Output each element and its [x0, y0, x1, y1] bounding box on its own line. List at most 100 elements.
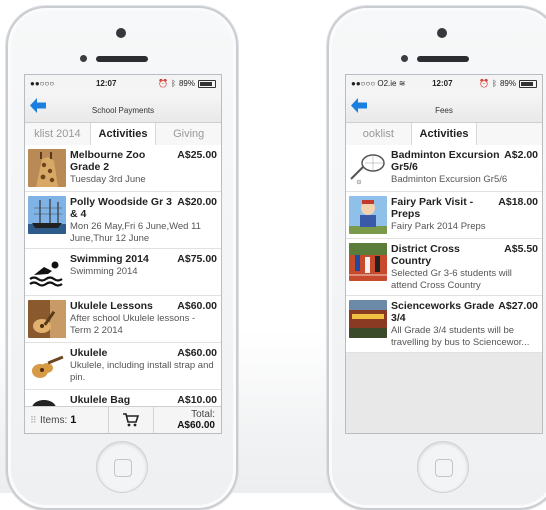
ukulele-thumb — [28, 347, 66, 385]
carrier-signal: ●●○○○ — [30, 79, 55, 88]
wifi-icon: ≋ — [398, 79, 406, 88]
tab-booklist[interactable]: ooklist — [346, 123, 411, 145]
earpiece-speaker — [96, 56, 148, 62]
right-phone: ●●○○○ O2.ie ≋ 12:07 ⏰ ᛒ 89% Fees ooklist… — [327, 6, 546, 510]
items-count: 1 — [70, 414, 77, 426]
page-title: School Payments — [91, 106, 155, 115]
proximity-sensor — [401, 55, 408, 62]
home-button[interactable] — [96, 441, 148, 493]
total-value: A$60.00 — [177, 420, 215, 431]
items-summary: Items: 1 — [40, 414, 108, 426]
item-price: A$10.00 — [177, 394, 217, 406]
tab-activities[interactable]: Activities — [89, 123, 157, 145]
scienceworks-thumb — [349, 300, 387, 338]
total-summary: Total: A$60.00 — [154, 409, 221, 431]
item-description: Swimming 2014 — [70, 266, 138, 277]
carrier-signal: ●●○○○ O2.ie ≋ — [351, 79, 406, 88]
tab-giving[interactable]: Giving — [156, 123, 221, 145]
item-price: A$27.00 — [498, 300, 538, 312]
battery-icon — [198, 79, 216, 88]
items-label: Items: — [40, 415, 68, 426]
item-name: Ukulele Lessons — [70, 300, 153, 312]
item-description: Fairy Park 2014 Preps — [391, 221, 486, 232]
status-right: ⏰ ᛒ 89% — [158, 79, 216, 88]
cart-footer: ⠿ Items: 1 Total: A$60.00 — [25, 406, 221, 433]
front-camera — [116, 28, 126, 38]
cart-button[interactable] — [108, 407, 154, 433]
list-item[interactable]: Ukulele A$60.00 Ukulele, including instal… — [25, 343, 221, 390]
nav-bar: Fees — [346, 92, 542, 123]
list-item[interactable]: Scienceworks Grade 3/4 A$27.00 All Grade … — [346, 296, 542, 353]
status-time: 12:07 — [95, 79, 117, 88]
status-bar: ●●○○○ O2.ie ≋ 12:07 ⏰ ᛒ 89% — [346, 75, 542, 92]
item-price: A$75.00 — [177, 253, 217, 265]
item-name: Melbourne Zoo Grade 2 — [70, 149, 146, 173]
item-description: Ukulele, including install strap and pin… — [70, 360, 214, 383]
activities-list: Melbourne Zoo Grade 2 A$25.00 Tuesday 3rd… — [25, 145, 221, 433]
ship-thumb — [28, 196, 66, 234]
item-description: Badminton Excursion Gr5/6 — [391, 174, 508, 185]
item-description: After school Ukulele lessons - Term 2 20… — [70, 313, 196, 336]
item-name: Ukulele — [70, 347, 108, 359]
list-item[interactable]: Fairy Park Visit - Preps A$18.00 Fairy Pa… — [346, 192, 542, 239]
alarm-icon: ⏰ — [479, 79, 490, 88]
list-item[interactable]: Melbourne Zoo Grade 2 A$25.00 Tuesday 3rd… — [25, 145, 221, 192]
proximity-sensor — [80, 55, 87, 62]
list-item[interactable]: Badminton Excursion Gr5/6 A$2.00 Badminto… — [346, 145, 542, 192]
item-name: Badminton Excursion Gr5/6 — [391, 149, 500, 173]
item-price: A$25.00 — [177, 149, 217, 161]
cart-icon — [123, 413, 139, 427]
front-camera — [437, 28, 447, 38]
item-description: Mon 26 May,Fri 6 June,Wed 11 June,Thur 1… — [70, 221, 201, 244]
item-name: Polly Woodside Gr 3 & 4 — [70, 196, 172, 220]
bluetooth-icon: ᛒ — [171, 79, 176, 88]
bluetooth-icon: ᛒ — [492, 79, 497, 88]
alarm-icon: ⏰ — [158, 79, 169, 88]
list-item[interactable]: Swimming 2014 A$75.00 Swimming 2014 — [25, 249, 221, 296]
left-screen: ●●○○○ 12:07 ⏰ ᛒ 89% School Payments klis… — [24, 74, 222, 434]
list-item[interactable]: District Cross Country A$5.50 Selected Gr… — [346, 239, 542, 296]
item-name: Fairy Park Visit - Preps — [391, 196, 474, 220]
tab-booklist[interactable]: klist 2014 — [25, 123, 90, 145]
tab-bar: klist 2014 Activities Giving — [25, 123, 221, 146]
item-name: District Cross Country — [391, 243, 460, 267]
swimmer-thumb — [28, 253, 66, 291]
item-name: Scienceworks Grade 3/4 — [391, 300, 495, 324]
giraffe-thumb — [28, 149, 66, 187]
activities-list: Badminton Excursion Gr5/6 A$2.00 Badminto… — [346, 145, 542, 433]
item-price: A$18.00 — [498, 196, 538, 208]
tab-bar: ooklist Activities — [346, 123, 542, 146]
item-price: A$60.00 — [177, 347, 217, 359]
runners-thumb — [349, 243, 387, 281]
grip-icon[interactable]: ⠿ — [30, 415, 40, 426]
tab-next[interactable] — [477, 123, 542, 145]
item-name: Ukulele Bag — [70, 394, 131, 406]
total-label: Total: — [191, 409, 215, 420]
page-title: Fees — [435, 106, 453, 115]
fairy-park-thumb — [349, 196, 387, 234]
racquet-thumb — [349, 149, 387, 187]
battery-icon — [519, 79, 537, 88]
status-time: 12:07 — [432, 79, 453, 88]
item-price: A$20.00 — [177, 196, 217, 208]
home-button[interactable] — [417, 441, 469, 493]
battery-percent: 89% — [499, 79, 516, 88]
item-description: Tuesday 3rd June — [70, 174, 146, 185]
left-phone: ●●○○○ 12:07 ⏰ ᛒ 89% School Payments klis… — [6, 6, 238, 510]
ukulele-player-thumb — [28, 300, 66, 338]
item-price: A$2.00 — [504, 149, 538, 161]
status-bar: ●●○○○ 12:07 ⏰ ᛒ 89% — [25, 75, 221, 92]
list-item[interactable]: Polly Woodside Gr 3 & 4 A$20.00 Mon 26 Ma… — [25, 192, 221, 249]
list-item[interactable]: Ukulele Lessons A$60.00 After school Ukul… — [25, 296, 221, 343]
item-price: A$60.00 — [177, 300, 217, 312]
status-right: ⏰ ᛒ 89% — [479, 79, 537, 88]
item-description: All Grade 3/4 students will be travellin… — [391, 325, 530, 348]
earpiece-speaker — [417, 56, 469, 62]
right-screen: ●●○○○ O2.ie ≋ 12:07 ⏰ ᛒ 89% Fees ooklist… — [345, 74, 543, 434]
tab-activities[interactable]: Activities — [410, 123, 478, 145]
item-description: Selected Gr 3-6 students will attend Cro… — [391, 268, 512, 291]
battery-percent: 89% — [178, 79, 195, 88]
item-price: A$5.50 — [504, 243, 538, 255]
nav-bar: School Payments — [25, 92, 221, 123]
item-name: Swimming 2014 — [70, 253, 149, 265]
